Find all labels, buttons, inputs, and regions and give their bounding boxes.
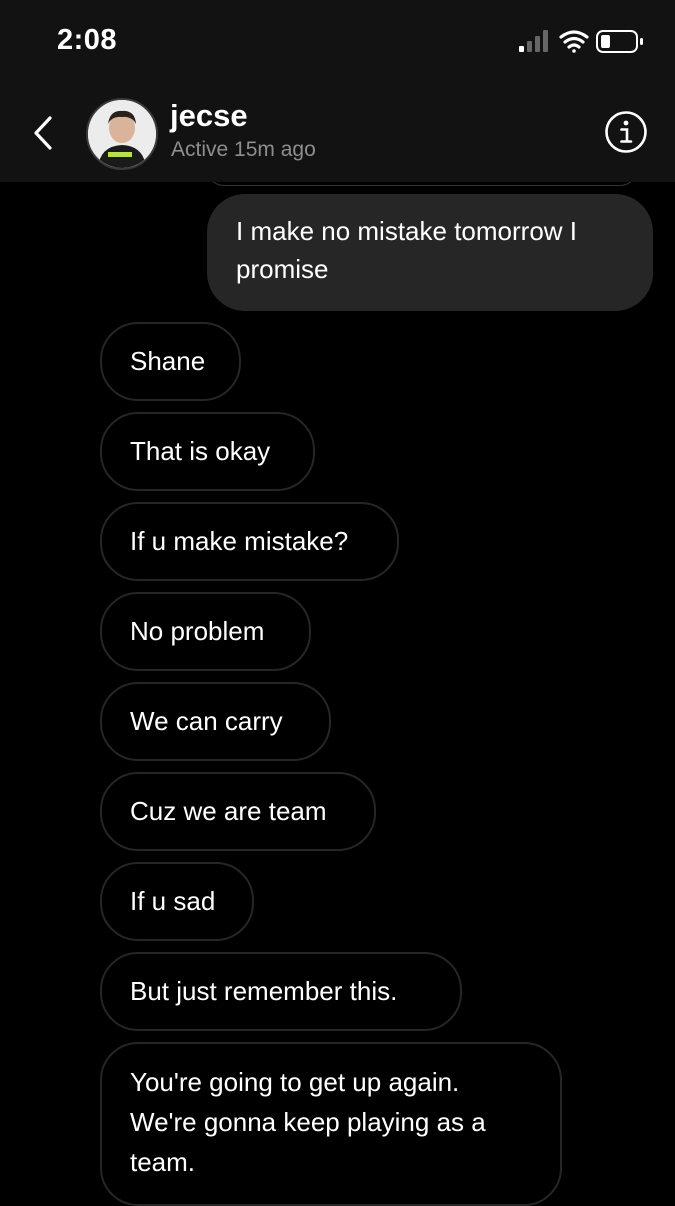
- status-icons-svg: [519, 30, 643, 53]
- received-message[interactable]: If u sad: [100, 862, 254, 941]
- message-text: You're going to get up again. We're gonn…: [130, 1067, 486, 1177]
- message-text: Cuz we are team: [130, 796, 327, 826]
- status-bar: 2:08: [0, 0, 675, 86]
- signal-icon: [519, 30, 548, 52]
- status-time: 2:08: [57, 24, 118, 56]
- status-icons: [519, 28, 649, 56]
- message-text: But just remember this.: [130, 976, 398, 1006]
- message-text: We can carry: [130, 706, 283, 736]
- chevron-left-icon: [34, 116, 52, 150]
- profile-photo-icon: [88, 100, 156, 168]
- wifi-icon: [559, 30, 589, 53]
- info-button[interactable]: [604, 110, 648, 154]
- active-status: Active 15m ago: [171, 138, 316, 161]
- message-text: That is okay: [130, 436, 271, 466]
- received-message[interactable]: If u make mistake?: [100, 502, 399, 581]
- chat-header: jecse Active 15m ago: [0, 86, 675, 182]
- received-message[interactable]: You're going to get up again. We're gonn…: [100, 1042, 562, 1206]
- sent-message[interactable]: I make no mistake tomorrow I promise: [207, 194, 653, 311]
- received-message[interactable]: We can carry: [100, 682, 331, 761]
- received-message[interactable]: Cuz we are team: [100, 772, 376, 851]
- message-text: No problem: [130, 616, 265, 646]
- received-message[interactable]: That is okay: [100, 412, 315, 491]
- received-message[interactable]: Shane: [100, 322, 241, 401]
- info-circle-icon: [605, 111, 647, 153]
- avatar[interactable]: [86, 98, 158, 170]
- message-text: If u make mistake?: [130, 526, 349, 556]
- message-text: I make no mistake tomorrow I promise: [236, 216, 577, 284]
- contact-name[interactable]: jecse: [170, 98, 248, 134]
- back-button[interactable]: [26, 110, 66, 156]
- message-text: If u sad: [130, 886, 216, 916]
- battery-icon: [596, 30, 643, 53]
- received-message[interactable]: But just remember this.: [100, 952, 462, 1031]
- message-text: Shane: [130, 346, 206, 376]
- received-message[interactable]: No problem: [100, 592, 311, 671]
